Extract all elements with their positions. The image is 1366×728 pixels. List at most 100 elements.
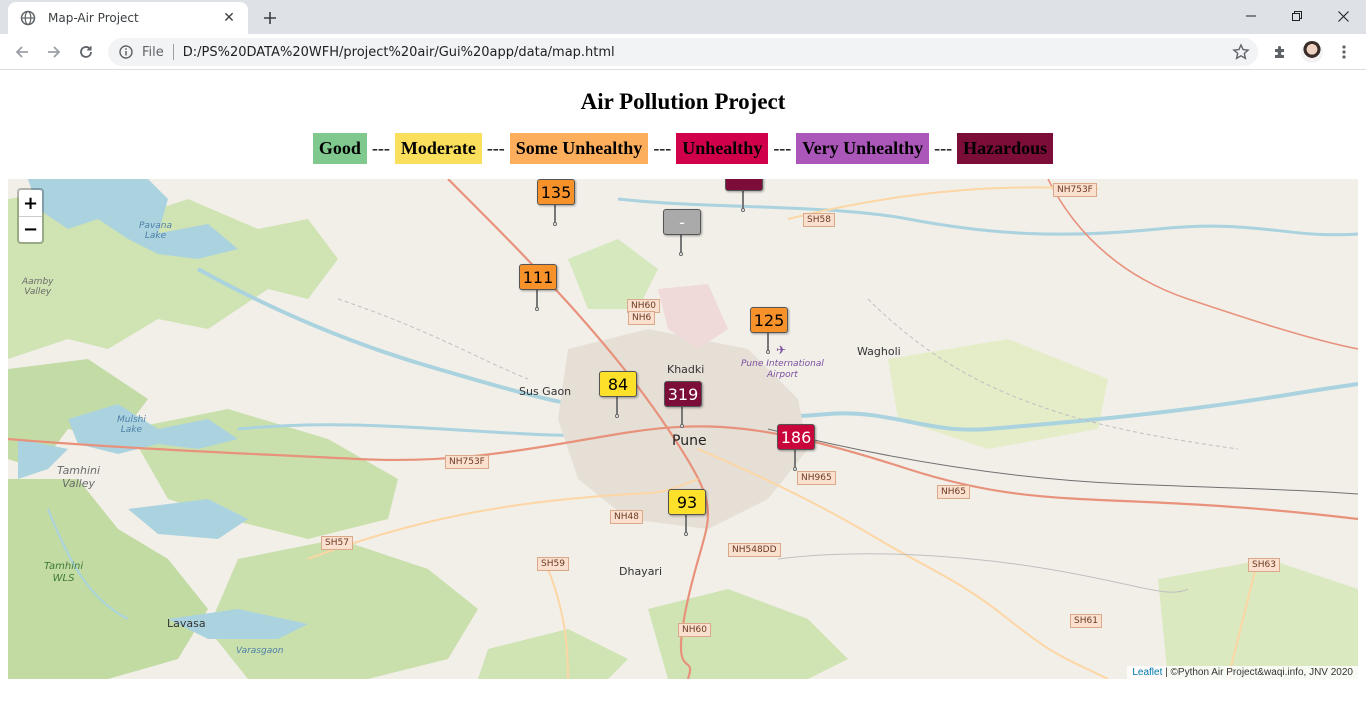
road-shield: SH58 (803, 213, 835, 227)
legend-separator: --- (934, 138, 953, 158)
road-shield: NH6 (628, 311, 656, 325)
profile-avatar[interactable] (1298, 38, 1326, 66)
browser-tab[interactable]: Map-Air Project ✕ (8, 2, 248, 34)
scheme-label: File (142, 44, 164, 60)
road-shield: NH753F (1053, 183, 1097, 197)
address-bar[interactable]: File D:/PS%20DATA%20WFH/project%20air/Gu… (108, 38, 1258, 66)
aqi-marker[interactable]: 125 (750, 307, 788, 355)
legend-separator: --- (653, 138, 672, 158)
place-label-mulshi-lake: Mulshi Lake (117, 415, 146, 435)
minimize-button[interactable] (1228, 0, 1274, 32)
close-tab-icon[interactable]: ✕ (220, 9, 238, 27)
aqi-marker[interactable]: 186 (777, 424, 815, 472)
aqi-marker-label[interactable]: 125 (750, 307, 788, 333)
aqi-marker-label[interactable] (725, 179, 763, 191)
road-shield: NH48 (610, 510, 643, 524)
aqi-marker-label[interactable]: 186 (777, 424, 815, 450)
road-shield: SH61 (1070, 614, 1102, 628)
aqi-marker-stem (616, 397, 618, 415)
mulshi-line-1: Mulshi (117, 415, 146, 425)
place-label-pavana-lake: Pavana Lake (139, 221, 172, 241)
leaflet-link[interactable]: Leaflet (1132, 667, 1162, 678)
aqi-marker-stem (554, 205, 556, 223)
tab-strip: Map-Air Project ✕ (0, 0, 1366, 34)
map-attribution: Leaflet | ©Python Air Project&waqi.info,… (1127, 666, 1358, 679)
pavana-line-1: Pavana (139, 221, 173, 231)
place-label-varasgaon: Varasgaon (236, 646, 284, 656)
legend-moderate: Moderate (394, 133, 482, 164)
road-shield: SH59 (537, 557, 569, 571)
extensions-icon[interactable] (1266, 38, 1294, 66)
place-label-tamhini-valley: Tamhini Valley (57, 464, 100, 490)
place-label-sus-gaon: Sus Gaon (519, 385, 572, 398)
zoom-out-button[interactable]: − (19, 216, 42, 242)
zoom-in-button[interactable]: + (19, 190, 42, 216)
road-shield: NH60 (678, 623, 711, 637)
globe-icon (20, 10, 36, 26)
aqi-marker-stem (680, 235, 682, 253)
place-label-lavasa: Lavasa (167, 617, 206, 630)
aqi-marker-stem (681, 407, 683, 425)
map-view[interactable]: + − Pune Khadki Wagholi Sus Gaon Dhayari… (8, 179, 1358, 679)
aqi-marker-label[interactable]: 319 (664, 381, 702, 407)
aqi-marker[interactable]: 135 (537, 179, 575, 227)
aqi-marker-stem (742, 191, 744, 209)
aqi-marker[interactable]: 84 (599, 371, 637, 419)
road-shield: SH63 (1248, 558, 1280, 572)
forward-button[interactable] (40, 38, 68, 66)
tamhini-valley-line-1: Tamhini (57, 464, 101, 477)
info-icon[interactable] (118, 44, 134, 60)
back-button[interactable] (8, 38, 36, 66)
place-label-khadki: Khadki (667, 363, 705, 376)
aamby-line-1: Aamby (22, 277, 54, 287)
place-label-tamhini-wls: Tamhini WLS (44, 561, 83, 585)
aqi-marker-label[interactable]: 93 (668, 489, 706, 515)
aqi-marker-label[interactable]: - (663, 209, 701, 235)
legend-some-unhealthy: Some Unhealthy (509, 133, 649, 164)
place-label-pune: Pune (672, 433, 707, 449)
reload-icon (80, 46, 92, 58)
new-tab-button[interactable] (258, 6, 282, 30)
zoom-control: + − (17, 188, 44, 244)
aqi-marker-label[interactable]: 84 (599, 371, 637, 397)
legend-separator: --- (773, 138, 792, 158)
reload-button[interactable] (72, 38, 100, 66)
aqi-marker[interactable]: 93 (668, 489, 706, 537)
legend-separator: --- (486, 138, 505, 158)
road-shield: NH965 (797, 471, 836, 485)
mulshi-line-2: Lake (120, 425, 143, 435)
aqi-marker-dot (680, 424, 684, 428)
legend-very-unhealthy: Very Unhealthy (796, 133, 930, 164)
aqi-marker-label[interactable]: 135 (537, 179, 575, 205)
omnibox-divider (172, 44, 174, 60)
place-label-aamby-valley: Aamby Valley (22, 277, 53, 297)
aqi-marker-dot (679, 252, 683, 256)
aqi-marker-dot (553, 222, 557, 226)
tamhini-wls-line-2: WLS (52, 573, 75, 584)
close-window-button[interactable] (1320, 0, 1366, 32)
aqi-marker-stem (767, 333, 769, 351)
place-label-airport: Pune International Airport (741, 359, 824, 381)
pavana-line-2: Lake (144, 231, 167, 241)
legend-hazardous: Hazardous (957, 133, 1054, 164)
aqi-marker-dot (535, 307, 539, 311)
aqi-marker-dot (741, 208, 745, 212)
aqi-marker[interactable]: - (663, 209, 701, 257)
restore-button[interactable] (1274, 0, 1320, 32)
bookmark-star-icon[interactable] (1232, 43, 1250, 61)
aqi-marker[interactable]: 319 (664, 381, 702, 429)
back-arrow-icon (15, 46, 28, 58)
attribution-text: | ©Python Air Project&waqi.info, JNV 202… (1162, 667, 1353, 678)
menu-button[interactable] (1330, 38, 1358, 66)
aqi-marker-dot (793, 467, 797, 471)
aqi-marker-label[interactable]: 111 (519, 264, 557, 290)
aqi-marker-stem (536, 290, 538, 308)
legend-separator: --- (371, 138, 390, 158)
aqi-marker[interactable]: 111 (519, 264, 557, 312)
url-text[interactable]: D:/PS%20DATA%20WFH/project%20air/Gui%20a… (183, 45, 615, 60)
road-shield: SH57 (321, 536, 353, 550)
aqi-marker-dot (615, 414, 619, 418)
aqi-marker[interactable] (725, 179, 763, 213)
road-shield: NH753F (445, 455, 489, 469)
forward-arrow-icon (48, 46, 61, 58)
